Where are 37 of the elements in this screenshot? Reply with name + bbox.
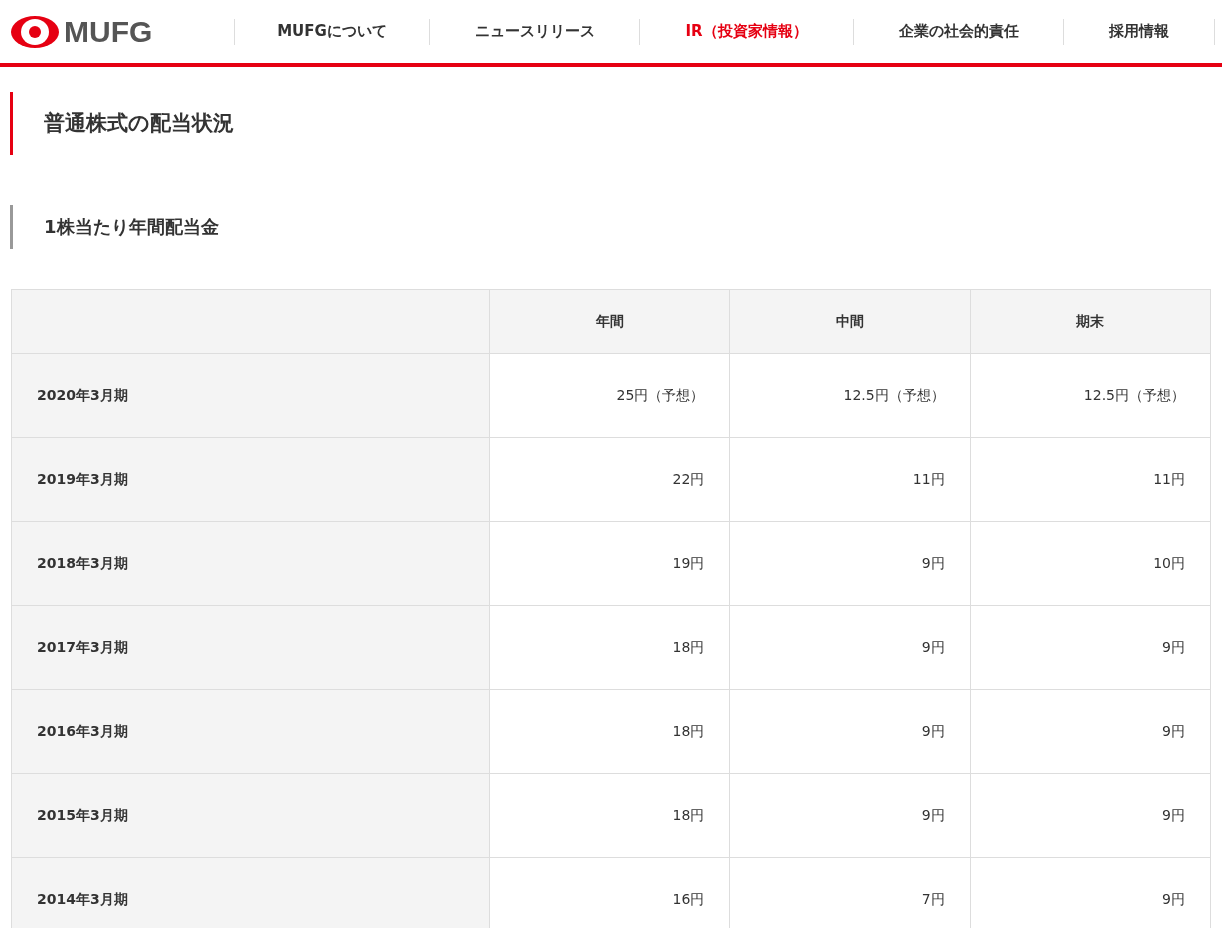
page-title: 普通株式の配当状況 (10, 92, 1210, 155)
nav-link[interactable]: 企業の社会的責任 (853, 18, 1063, 45)
nav-link[interactable]: IR（投資家情報） (639, 18, 853, 45)
table-cell: 18円 (489, 689, 730, 774)
nav-link[interactable]: MUFGについて (234, 18, 429, 45)
row-header: 2018年3月期 (11, 521, 490, 606)
logo-icon (10, 14, 60, 49)
table-cell: 11円 (729, 437, 971, 522)
nav-link[interactable]: ニュースリリース (429, 18, 639, 45)
column-header: 中間 (729, 289, 971, 354)
row-header: 2017年3月期 (11, 605, 490, 690)
logo-text: MUFG (64, 14, 153, 49)
table-cell: 18円 (489, 773, 730, 858)
row-header: 2014年3月期 (11, 857, 490, 928)
table-cell: 9円 (729, 605, 971, 690)
table-cell: 10円 (970, 521, 1211, 606)
table-cell: 12.5円（予想） (729, 353, 971, 438)
table-cell: 9円 (970, 689, 1211, 774)
table-cell: 11円 (970, 437, 1211, 522)
table-cell: 18円 (489, 605, 730, 690)
row-header: 2015年3月期 (11, 773, 490, 858)
table-cell: 9円 (729, 773, 971, 858)
table-cell: 22円 (489, 437, 730, 522)
row-header: 2019年3月期 (11, 437, 490, 522)
nav-link[interactable]: 採用情報 (1063, 18, 1214, 45)
table-cell: 9円 (729, 521, 971, 606)
table-cell: 25円（予想） (489, 353, 730, 438)
row-header: 2016年3月期 (11, 689, 490, 774)
table-cell: 12.5円（予想） (970, 353, 1211, 438)
section-title: 1株当たり年間配当金 (10, 205, 1210, 249)
table-cell: 9円 (970, 605, 1211, 690)
column-header: 期末 (970, 289, 1211, 354)
row-header: 2020年3月期 (11, 353, 490, 438)
table-cell: 9円 (970, 773, 1211, 858)
table-cell: 19円 (489, 521, 730, 606)
column-header: 年間 (489, 289, 730, 354)
table-cell: 9円 (729, 689, 971, 774)
